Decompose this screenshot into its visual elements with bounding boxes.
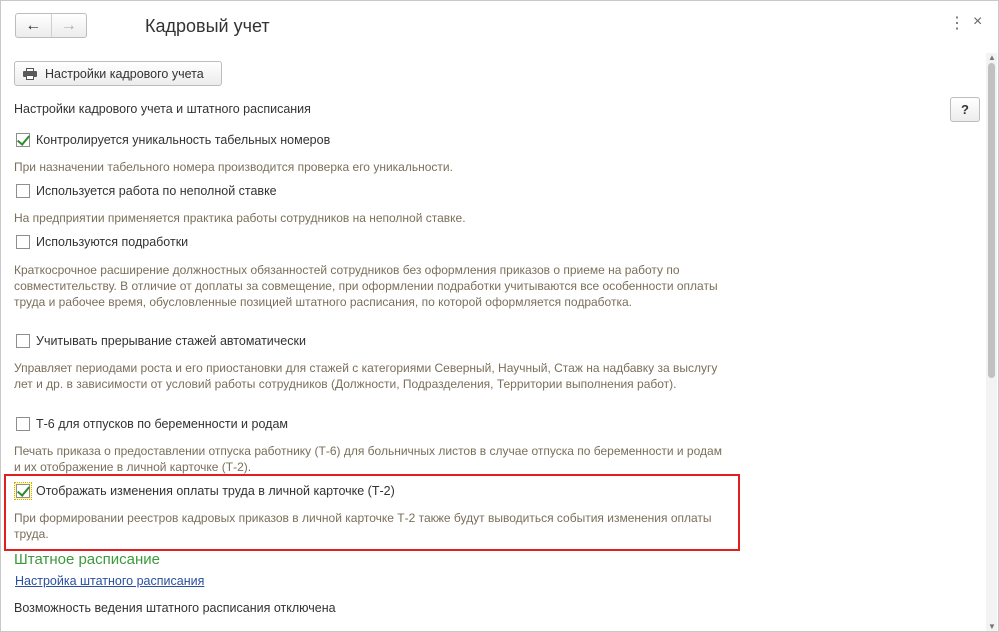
hr-settings-button[interactable]: Настройки кадрового учета (14, 61, 222, 86)
staffing-settings-link[interactable]: Настройка штатного расписания (15, 574, 204, 588)
staffing-status-text: Возможность ведения штатного расписания … (14, 601, 336, 615)
option-description: При формировании реестров кадровых прика… (14, 511, 712, 541)
option-label: Отображать изменения оплаты труда в личн… (36, 484, 395, 498)
back-arrow-icon[interactable]: ← (16, 14, 51, 37)
option-description: Управляет периодами роста и его приостан… (14, 361, 718, 391)
option-label: Используются подработки (36, 235, 189, 249)
staffing-section-title: Штатное расписание (14, 551, 161, 568)
checkbox[interactable] (16, 334, 30, 348)
option-show-pay-changes-t2[interactable]: Отображать изменения оплаты труда в личн… (14, 482, 395, 500)
checkbox[interactable] (16, 417, 30, 431)
checkbox[interactable] (16, 235, 30, 249)
option-description: Краткосрочное расширение должностных обя… (14, 263, 718, 309)
option-label: Т-6 для отпусков по беременности и родам (36, 417, 288, 431)
option-label: Используется работа по неполной ставке (36, 184, 277, 198)
vertical-scrollbar[interactable]: ▲ ▼ (986, 53, 997, 631)
option-label: Контролируется уникальность табельных но… (36, 133, 331, 147)
scroll-up-icon[interactable]: ▲ (988, 53, 996, 62)
page-title: Кадровый учет (145, 16, 270, 36)
window: ← → Кадровый учет ⋮ × Настройки кадровог… (0, 0, 999, 632)
more-menu-icon[interactable]: ⋮ (949, 13, 965, 33)
close-icon[interactable]: × (973, 13, 982, 31)
option-unique-tab-numbers[interactable]: Контролируется уникальность табельных но… (16, 133, 330, 147)
checkbox[interactable] (16, 184, 30, 198)
scroll-thumb[interactable] (988, 63, 995, 378)
checkbox-checked[interactable] (16, 133, 30, 147)
section-title: Настройки кадрового учета и штатного рас… (14, 102, 311, 116)
option-t6-maternity[interactable]: Т-6 для отпусков по беременности и родам (16, 417, 288, 431)
option-description: При назначении табельного номера произво… (14, 160, 453, 174)
option-description: Печать приказа о предоставлении отпуска … (14, 444, 722, 474)
option-part-time[interactable]: Используется работа по неполной ставке (16, 184, 277, 198)
option-label: Учитывать прерывание стажей автоматическ… (36, 334, 306, 348)
option-description: На предприятии применяется практика рабо… (14, 211, 466, 225)
help-button[interactable]: ? (950, 97, 980, 122)
option-seniority-interruption[interactable]: Учитывать прерывание стажей автоматическ… (16, 334, 306, 348)
navigation-buttons: ← → (15, 13, 87, 38)
printer-icon (23, 67, 37, 80)
forward-arrow-icon[interactable]: → (50, 14, 87, 37)
checkbox-checked[interactable] (14, 482, 32, 500)
option-side-jobs[interactable]: Используются подработки (16, 235, 188, 249)
scroll-down-icon[interactable]: ▼ (988, 622, 996, 631)
hr-settings-button-label: Настройки кадрового учета (45, 66, 204, 81)
